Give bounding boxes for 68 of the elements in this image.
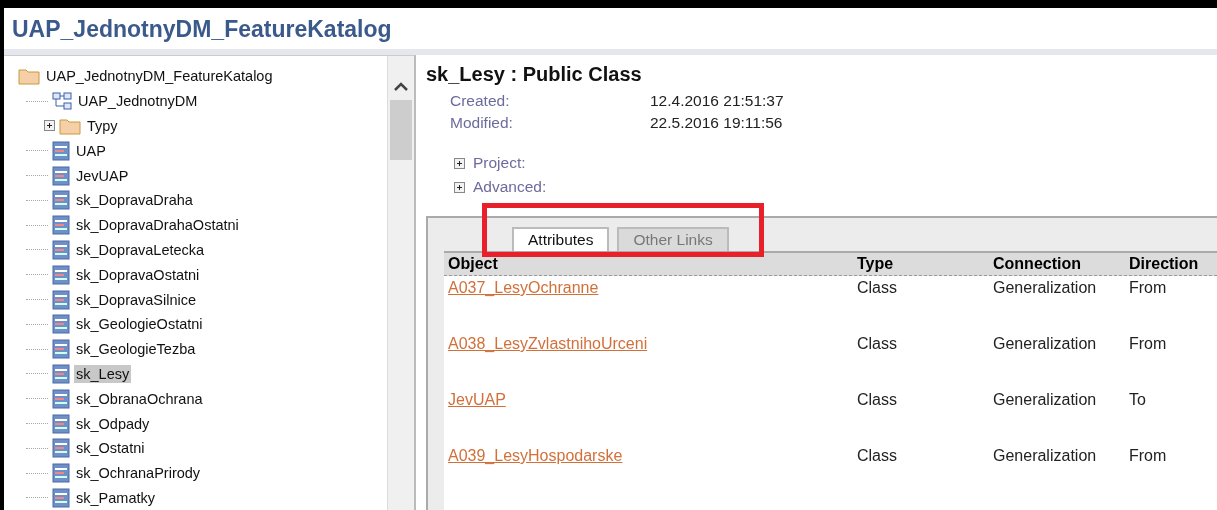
table-cell-text: Class — [857, 279, 898, 297]
tree-item[interactable]: sk_DopravaLetecka — [74, 240, 207, 259]
class-heading: sk_Lesy : Public Class — [426, 63, 643, 86]
diagram-icon — [52, 92, 72, 111]
tree-item[interactable]: JevUAP — [74, 166, 131, 185]
class-icon — [52, 463, 70, 484]
column-header[interactable]: Direction — [1129, 255, 1217, 273]
tree-item[interactable]: sk_DopravaOstatni — [74, 265, 202, 284]
tab[interactable]: Attributes — [512, 227, 610, 251]
scrollbar[interactable] — [387, 56, 414, 510]
tree-item[interactable]: sk_DopravaSilnice — [74, 290, 199, 309]
class-icon — [52, 413, 70, 434]
class-icon — [52, 438, 70, 459]
tree-item[interactable]: sk_DopravaDraha — [74, 191, 195, 210]
table-cell-text: Generalization — [993, 335, 1098, 353]
tree-item[interactable]: sk_ObranaOchrana — [74, 389, 205, 408]
table-cell-text: From — [1129, 279, 1168, 297]
table-cell-text: To — [1129, 391, 1147, 409]
tree-item[interactable]: sk_GeologieTezba — [74, 340, 198, 359]
class-icon — [52, 165, 70, 186]
column-header[interactable]: Connection — [993, 255, 1129, 273]
table-cell-text: Class — [857, 391, 898, 409]
tree-item[interactable]: sk_DopravaDrahaOstatni — [74, 216, 241, 235]
property-value: 12.4.2016 21:51:37 — [650, 92, 785, 110]
folder-icon — [59, 117, 81, 135]
class-icon — [52, 190, 70, 211]
table-cell-text: Generalization — [993, 279, 1098, 297]
property-value: 22.5.2016 19:11:56 — [650, 114, 784, 132]
tree-item[interactable]: sk_Ostatni — [74, 439, 147, 458]
column-header[interactable]: Object — [448, 255, 857, 273]
tree-item[interactable]: UAP_JednotnyDM_FeatureKatalog — [44, 67, 275, 86]
tree-item[interactable]: UAP_JednotnyDM — [76, 92, 200, 111]
expand-icon[interactable] — [454, 157, 465, 169]
class-icon — [52, 239, 70, 260]
table-cell-text: Generalization — [993, 391, 1098, 409]
expand-icon[interactable] — [454, 181, 465, 193]
class-icon — [52, 140, 70, 161]
section-label[interactable]: Project: — [473, 154, 526, 172]
property-label: Modified: — [450, 114, 514, 132]
class-icon — [52, 215, 70, 236]
class-icon — [52, 388, 70, 409]
table-cell-text: Generalization — [993, 447, 1098, 465]
tree-item[interactable]: sk_OchranaPrirody — [74, 464, 203, 483]
class-icon — [52, 339, 70, 360]
folder-icon — [18, 67, 40, 86]
tree-item[interactable]: Typy — [85, 117, 120, 135]
tree-item[interactable]: sk_Lesy — [74, 364, 132, 383]
scroll-up-icon[interactable] — [393, 80, 409, 92]
class-icon — [52, 363, 70, 384]
scroll-thumb[interactable] — [390, 100, 412, 160]
object-link[interactable]: A037_LesyOchranne — [448, 279, 599, 297]
tree-item[interactable]: UAP — [74, 141, 108, 160]
tree-item[interactable]: sk_Odpady — [74, 414, 152, 433]
class-icon — [52, 264, 70, 285]
tree-item[interactable]: sk_Pamatky — [74, 488, 157, 507]
table-cell-text: From — [1129, 335, 1168, 353]
table-cell-text: Class — [857, 335, 898, 353]
class-icon — [52, 314, 70, 335]
column-header[interactable]: Type — [857, 255, 993, 273]
object-link[interactable]: A039_LesyHospodarske — [448, 447, 623, 465]
window-title: UAP_JednotnyDM_FeatureKatalog — [4, 8, 1217, 55]
class-icon — [52, 289, 70, 310]
property-label: Created: — [450, 92, 511, 110]
expand-icon[interactable] — [44, 120, 55, 132]
section-label[interactable]: Advanced: — [473, 178, 547, 196]
table-cell-text: From — [1129, 447, 1168, 465]
table-cell-text: Class — [857, 447, 898, 465]
tree-item[interactable]: sk_GeologieOstatni — [74, 315, 205, 334]
